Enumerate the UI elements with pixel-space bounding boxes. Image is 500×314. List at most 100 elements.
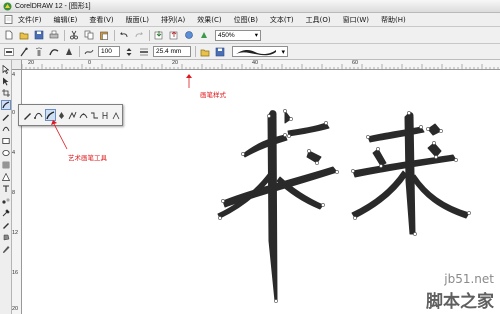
watermark-brand: 脚本之家: [426, 292, 494, 312]
node-handle[interactable]: [274, 299, 278, 303]
artistic-media-tool-icon[interactable]: [1, 100, 11, 110]
node-handle[interactable]: [267, 114, 271, 118]
menu-help[interactable]: 帮助(H): [381, 15, 406, 25]
toolbar-separator: [79, 46, 80, 57]
save-icon[interactable]: [33, 30, 44, 41]
node-handle[interactable]: [413, 232, 417, 236]
corel-online-icon[interactable]: [198, 30, 209, 41]
node-handle[interactable]: [351, 169, 355, 173]
menu-tools[interactable]: 工具(O): [306, 15, 331, 25]
open-folder-icon[interactable]: [18, 30, 29, 41]
graph-paper-tool-icon[interactable]: [1, 160, 11, 170]
calligraphic-icon[interactable]: [48, 46, 59, 57]
dimension-flyout-icon[interactable]: [100, 109, 110, 121]
window-title: CorelDRAW 12 - [图形1]: [15, 3, 91, 10]
node-handle[interactable]: [467, 211, 471, 215]
ellipse-tool-icon[interactable]: [1, 148, 11, 158]
menu-layout[interactable]: 版面(L): [126, 15, 149, 25]
node-handle[interactable]: [335, 170, 339, 174]
redo-icon[interactable]: [133, 30, 144, 41]
text-tool-icon[interactable]: [1, 184, 11, 194]
interactive-connector-flyout-icon[interactable]: [89, 109, 99, 121]
node-handle[interactable]: [321, 203, 325, 207]
interactive-blend-tool-icon[interactable]: [1, 196, 11, 206]
undo-icon[interactable]: [118, 30, 129, 41]
print-icon[interactable]: [48, 30, 59, 41]
crop-tool-icon[interactable]: [1, 88, 11, 98]
brush-stroke-list[interactable]: ▾: [232, 46, 288, 57]
copy-icon[interactable]: [83, 30, 94, 41]
menu-effects[interactable]: 效果(C): [197, 15, 221, 25]
preset-stroke-icon[interactable]: [3, 46, 14, 57]
node-handle[interactable]: [434, 155, 438, 159]
import-icon[interactable]: [153, 30, 164, 41]
paste-icon[interactable]: [98, 30, 109, 41]
flyout-extra-icon[interactable]: [111, 109, 121, 121]
rectangle-tool-icon[interactable]: [1, 136, 11, 146]
new-document-icon[interactable]: [3, 30, 14, 41]
ruler-origin[interactable]: [12, 60, 22, 70]
node-handle[interactable]: [366, 135, 370, 139]
eyedropper-tool-icon[interactable]: [1, 208, 11, 218]
shape-tool-icon[interactable]: [1, 76, 11, 86]
document-icon[interactable]: [3, 15, 13, 25]
pressure-icon[interactable]: [63, 46, 74, 57]
node-handle[interactable]: [324, 121, 328, 125]
node-handle[interactable]: [426, 127, 430, 131]
smoothing-input[interactable]: 100: [98, 46, 120, 57]
node-handle[interactable]: [241, 152, 245, 156]
basic-shapes-tool-icon[interactable]: [1, 172, 11, 182]
bezier-flyout-icon[interactable]: [34, 109, 44, 121]
menu-window[interactable]: 窗口(W): [343, 15, 369, 25]
ruler-tick-label: 20: [172, 60, 179, 66]
menu-view[interactable]: 查看(V): [89, 15, 113, 25]
node-handle[interactable]: [432, 141, 436, 145]
node-handle[interactable]: [419, 125, 423, 129]
zoom-level-dropdown[interactable]: 450% ▾: [215, 29, 261, 41]
menu-text[interactable]: 文本(T): [270, 15, 294, 25]
pen-flyout-icon[interactable]: [57, 109, 67, 121]
cut-icon[interactable]: [68, 30, 79, 41]
node-handle[interactable]: [287, 134, 291, 138]
save-stroke-icon[interactable]: [214, 46, 225, 57]
polyline-flyout-icon[interactable]: [68, 109, 78, 121]
menu-bitmaps[interactable]: 位图(B): [234, 15, 258, 25]
node-handle[interactable]: [379, 164, 383, 168]
node-handle[interactable]: [289, 117, 293, 121]
browse-folder-icon[interactable]: [199, 46, 210, 57]
pick-tool-icon[interactable]: [1, 64, 11, 74]
ruler-tick-label: 60: [352, 60, 359, 66]
spin-arrows-icon[interactable]: [123, 46, 134, 57]
interactive-fill-tool-icon[interactable]: [1, 244, 11, 254]
toolbox: [0, 60, 12, 314]
node-handle[interactable]: [315, 161, 319, 165]
ruler-tick-label: 4: [12, 72, 16, 78]
application-launcher-icon[interactable]: [183, 30, 194, 41]
node-handle[interactable]: [439, 129, 443, 133]
node-handle[interactable]: [221, 199, 225, 203]
smoothing-value: 100: [101, 48, 112, 55]
export-icon[interactable]: [168, 30, 179, 41]
node-handle[interactable]: [454, 158, 458, 162]
smart-fill-tool-icon[interactable]: [1, 124, 11, 134]
artistic-tool-annotation: 艺术画笔工具: [68, 154, 107, 162]
menu-file[interactable]: 文件(F): [18, 15, 42, 25]
outline-tool-icon[interactable]: [1, 220, 11, 230]
node-handle[interactable]: [283, 109, 287, 113]
node-handle[interactable]: [353, 216, 357, 220]
node-handle[interactable]: [283, 133, 287, 137]
node-handle[interactable]: [218, 216, 222, 220]
stroke-width-input[interactable]: 25.4 mm: [153, 46, 191, 57]
sprayer-icon[interactable]: [33, 46, 44, 57]
freehand-tool-icon[interactable]: [1, 112, 11, 122]
node-handle[interactable]: [307, 149, 311, 153]
artistic-media-flyout-icon[interactable]: [44, 109, 56, 121]
menu-edit[interactable]: 编辑(E): [54, 15, 78, 25]
node-handle[interactable]: [376, 147, 380, 151]
freehand-flyout-icon[interactable]: [23, 109, 33, 121]
fill-tool-icon[interactable]: [1, 232, 11, 242]
node-handle[interactable]: [407, 111, 411, 115]
brush-icon[interactable]: [18, 46, 29, 57]
menu-arrange[interactable]: 排列(A): [161, 15, 185, 25]
three-point-curve-flyout-icon[interactable]: [79, 109, 89, 121]
